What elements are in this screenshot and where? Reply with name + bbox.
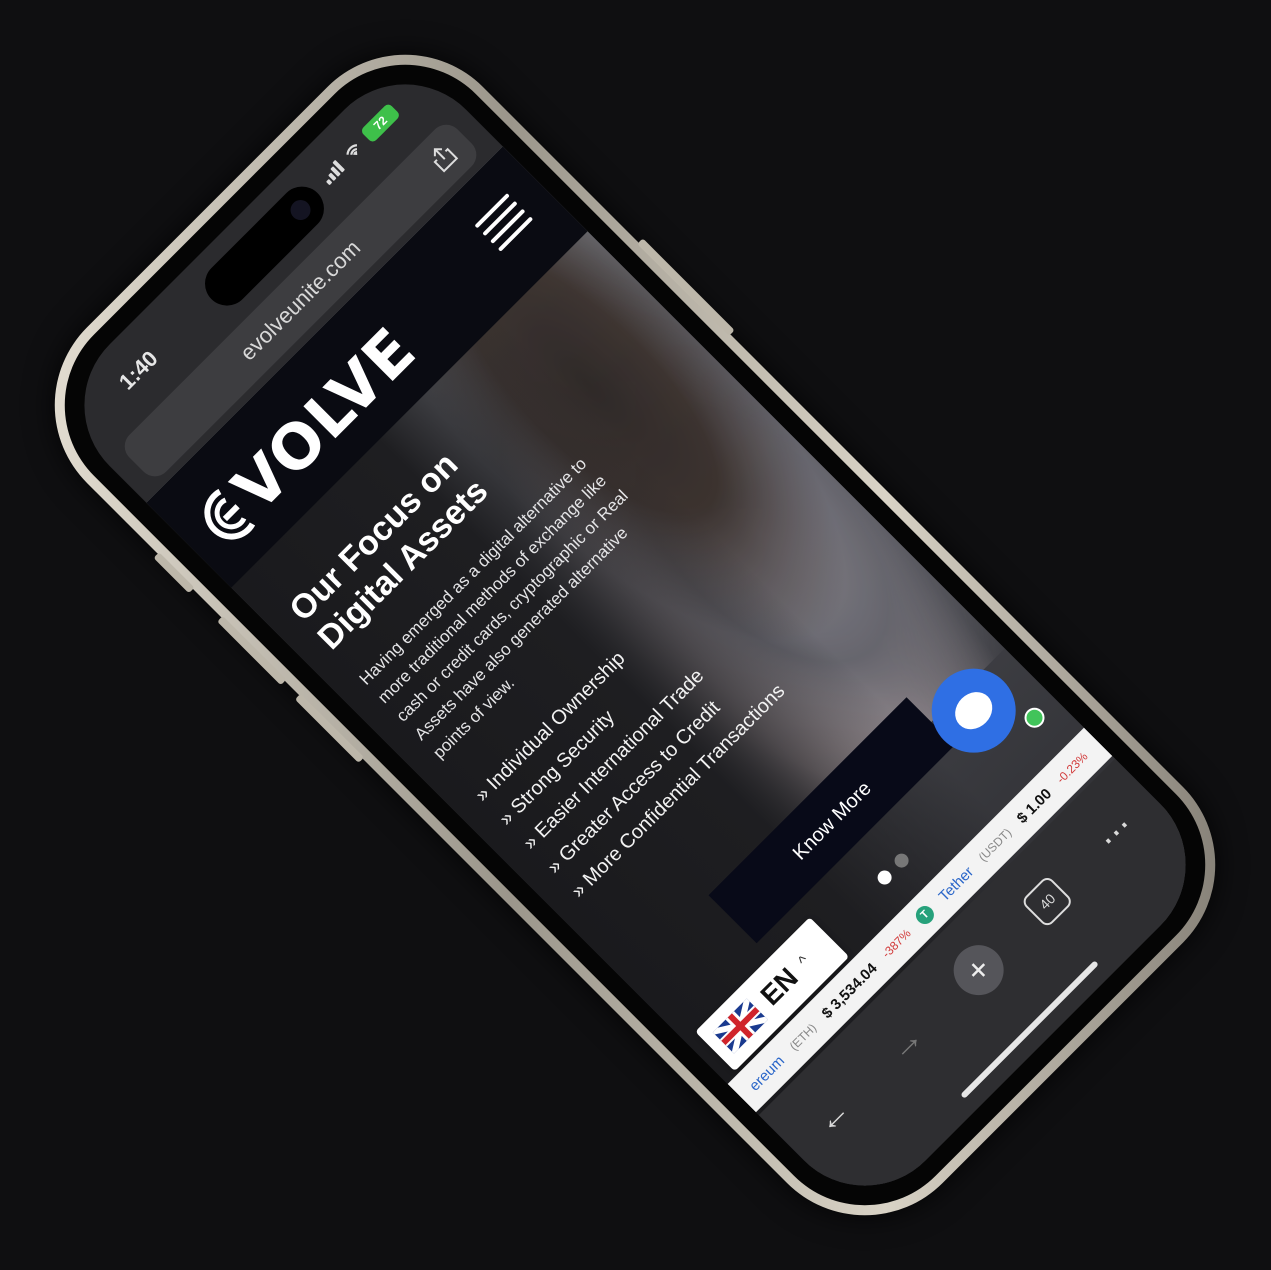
language-code: EN xyxy=(754,961,804,1012)
ticker-change: -0.23% xyxy=(1053,749,1091,787)
tether-icon: T xyxy=(912,902,938,928)
chat-bubble-icon xyxy=(947,684,1000,737)
more-options-icon[interactable]: ⋯ xyxy=(1081,797,1152,868)
ticker-symbol: (ETH) xyxy=(786,1020,820,1054)
back-arrow-icon[interactable]: ← xyxy=(797,1081,868,1152)
signal-icon xyxy=(318,158,346,186)
tabs-button[interactable]: 40 xyxy=(1020,874,1075,929)
chevron-up-icon: ^ xyxy=(795,952,813,971)
phone-frame: 1:40 72 evolveunite.com VOLVE Our Focus … xyxy=(9,9,1261,1261)
screen: 1:40 72 evolveunite.com VOLVE Our Focus … xyxy=(48,48,1222,1222)
ticker-symbol: (USDT) xyxy=(975,825,1015,865)
ticker-change: -387% xyxy=(879,926,914,961)
new-tab-plus-icon[interactable]: + xyxy=(943,934,1014,1006)
online-status-dot xyxy=(1020,703,1049,732)
bezel: 1:40 72 evolveunite.com VOLVE Our Focus … xyxy=(23,23,1247,1247)
status-icons: 72 xyxy=(318,102,401,186)
camera-icon xyxy=(286,195,315,225)
ticker-price: $ 1.00 xyxy=(1013,785,1055,827)
wifi-icon xyxy=(346,144,358,156)
hamburger-menu-icon[interactable] xyxy=(474,193,535,254)
forward-arrow-icon[interactable]: → xyxy=(870,1008,941,1079)
status-time: 1:40 xyxy=(113,345,163,395)
uk-flag-icon xyxy=(712,998,768,1054)
battery-icon: 72 xyxy=(359,102,401,144)
